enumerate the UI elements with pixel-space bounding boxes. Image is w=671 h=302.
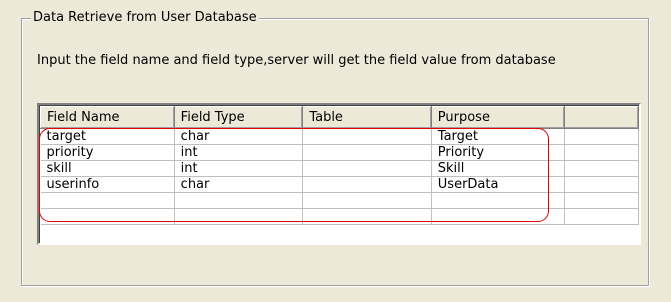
cell-table (302, 128, 432, 145)
cell-extra (564, 144, 639, 161)
cell-extra (564, 176, 639, 193)
table-row[interactable] (40, 208, 639, 225)
cell-field-type (174, 208, 304, 225)
cell-field-name: priority (40, 144, 175, 161)
cell-field-name (40, 208, 175, 225)
cell-purpose: UserData (431, 176, 566, 193)
table-row[interactable]: skill int Skill (40, 160, 639, 177)
groupbox-title: Data Retrieve from User Database (31, 9, 259, 27)
cell-field-type: int (174, 160, 304, 177)
cell-table (302, 208, 432, 225)
header-row: Field Name Field Type Table Purpose (40, 106, 639, 129)
column-header-field-name[interactable]: Field Name (40, 106, 175, 129)
table-row[interactable]: priority int Priority (40, 144, 639, 161)
table-row[interactable]: userinfo char UserData (40, 176, 639, 193)
cell-table (302, 160, 432, 177)
cell-field-name: userinfo (40, 176, 175, 193)
cell-field-name: skill (40, 160, 175, 177)
table-row[interactable] (40, 192, 639, 209)
cell-extra (564, 192, 639, 209)
cell-purpose: Skill (431, 160, 566, 177)
cell-field-type: char (174, 176, 304, 193)
cell-purpose (431, 192, 566, 209)
cell-table (302, 192, 432, 209)
column-header-purpose[interactable]: Purpose (430, 106, 566, 129)
column-header-empty[interactable] (564, 106, 639, 129)
cell-extra (564, 208, 639, 225)
cell-purpose: Target (431, 128, 566, 145)
cell-field-type (174, 192, 304, 209)
table-row[interactable]: target char Target (40, 128, 639, 145)
cell-purpose: Priority (431, 144, 566, 161)
cell-extra (564, 128, 639, 145)
column-header-table[interactable]: Table (302, 106, 432, 129)
field-table: Field Name Field Type Table Purpose targ… (40, 106, 639, 225)
cell-field-type: int (174, 144, 304, 161)
cell-table (302, 176, 432, 193)
field-list-view[interactable]: Field Name Field Type Table Purpose targ… (37, 103, 641, 245)
cell-purpose (431, 208, 566, 225)
column-header-field-type[interactable]: Field Type (173, 106, 304, 129)
cell-field-name (40, 192, 175, 209)
cell-field-type: char (174, 128, 304, 145)
cell-table (302, 144, 432, 161)
instruction-text: Input the field name and field type,serv… (37, 53, 556, 68)
cell-extra (564, 160, 639, 177)
cell-field-name: target (40, 128, 175, 145)
